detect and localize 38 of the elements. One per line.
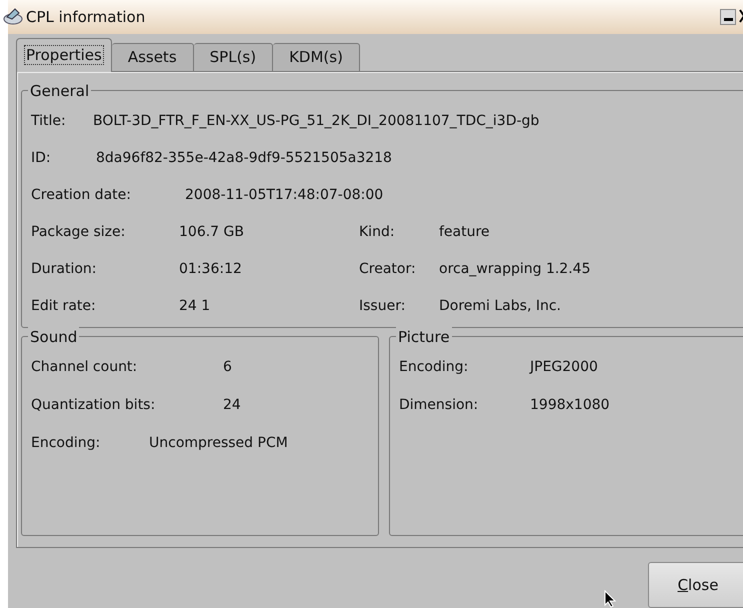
field-value: 106.7 GB xyxy=(179,222,245,242)
close-button[interactable]: Close xyxy=(648,562,743,608)
field-label: Quantization bits: xyxy=(31,396,156,416)
tab[interactable]: KDM(s) xyxy=(273,42,360,72)
field-value: 24 xyxy=(223,396,241,416)
field-label: Dimension: xyxy=(399,396,480,416)
field-label: Kind: xyxy=(359,222,396,242)
field-label: Title: xyxy=(31,112,67,131)
field-value: Uncompressed PCM xyxy=(149,434,288,454)
field-label: Encoding: xyxy=(31,434,102,454)
field-value: JPEG2000 xyxy=(530,358,598,378)
field-label: ID: xyxy=(31,148,52,168)
tab[interactable]: Properties xyxy=(16,38,112,72)
field-value: Doremi Labs, Inc. xyxy=(439,296,561,316)
tab[interactable]: Assets xyxy=(112,42,194,72)
field-value: BOLT-3D_FTR_F_EN-XX_US-PG_51_2K_DI_20081107_TDC_i3D-gb xyxy=(93,112,540,131)
tab[interactable]: SPL(s) xyxy=(194,42,274,72)
field-value: orca_wrapping 1.2.45 xyxy=(439,260,590,279)
window-title: CPL information xyxy=(26,6,146,28)
field-value: 6 xyxy=(223,358,232,378)
minimize-icon xyxy=(724,18,732,22)
field-label: Creator: xyxy=(359,260,417,279)
disc-icon xyxy=(2,6,24,27)
field-value: 1998x1080 xyxy=(530,396,610,416)
field-label: Creation date: xyxy=(31,186,132,205)
field-label: Package size: xyxy=(31,222,126,242)
field-label: Edit rate: xyxy=(31,296,97,316)
field-label: Duration: xyxy=(31,260,98,279)
field-value: feature xyxy=(439,222,490,242)
field-label: Issuer: xyxy=(359,296,406,316)
field-value: 01:36:12 xyxy=(179,260,243,279)
field-value: 2008-11-05T17:48:07-08:00 xyxy=(185,186,384,205)
minimize-button[interactable] xyxy=(720,9,736,25)
pointer-cursor-icon xyxy=(604,590,616,608)
field-value: 24 1 xyxy=(179,296,212,316)
field-label: Channel count: xyxy=(31,358,138,378)
field-label: Encoding: xyxy=(399,358,470,378)
field-value: 8da96f82-355e-42a8-9df9-5521505a3218 xyxy=(96,148,392,168)
